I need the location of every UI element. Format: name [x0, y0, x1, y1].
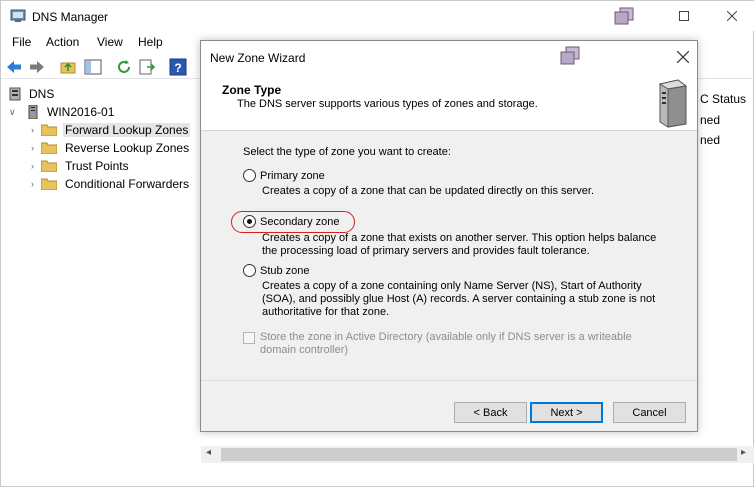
show-hide-tree-icon[interactable]	[84, 58, 102, 76]
tree-item-forward-lookup-zones[interactable]: › Forward Lookup Zones	[31, 121, 191, 139]
dns-node-icon	[9, 87, 21, 101]
folder-icon	[40, 178, 58, 191]
maximize-icon	[679, 11, 689, 21]
secondary-zone-radio[interactable]	[243, 215, 256, 228]
tree-label-reverse-lookup-zones: Reverse Lookup Zones	[65, 141, 190, 155]
forward-arrow-icon[interactable]	[28, 58, 46, 76]
tree-item-trust-points[interactable]: › Trust Points	[31, 157, 131, 175]
chevron-right-icon[interactable]: ›	[31, 179, 41, 189]
store-in-ad-label: Store the zone in Active Directory (avai…	[260, 331, 632, 356]
tree-item-server[interactable]: ∨ WIN2016-01	[9, 103, 116, 121]
secondary-zone-description: Creates a copy of a zone that exists on …	[262, 232, 657, 257]
window-title: DNS Manager	[32, 10, 109, 24]
wizard-title: New Zone Wizard	[210, 51, 306, 65]
status-column-header[interactable]: C Status	[700, 92, 746, 106]
primary-zone-label[interactable]: Primary zone	[260, 170, 325, 182]
menu-action[interactable]: Action	[46, 35, 79, 49]
back-arrow-icon[interactable]	[5, 58, 23, 76]
primary-zone-option[interactable]: Primary zone	[243, 169, 325, 182]
title-bar: DNS Manager	[1, 1, 754, 31]
folder-icon	[40, 142, 58, 155]
folder-icon	[40, 160, 58, 173]
stub-zone-description: Creates a copy of a zone containing only…	[262, 280, 656, 318]
close-icon[interactable]	[677, 51, 689, 63]
tree-item-reverse-lookup-zones[interactable]: › Reverse Lookup Zones	[31, 139, 191, 157]
stub-zone-label[interactable]: Stub zone	[260, 265, 310, 277]
wizard-footer-divider	[201, 380, 697, 381]
export-list-icon[interactable]	[138, 58, 156, 76]
secondary-zone-label[interactable]: Secondary zone	[260, 216, 340, 228]
new-zone-wizard-dialog: New Zone Wizard Zone Type The DNS server…	[200, 40, 698, 432]
menu-help[interactable]: Help	[138, 35, 163, 49]
tree-item-dns[interactable]: DNS	[9, 85, 56, 103]
maximize-button[interactable]	[661, 1, 707, 31]
wizard-page-subtitle: The DNS server supports various types of…	[237, 98, 538, 110]
store-in-ad-option[interactable]: Store the zone in Active Directory (avai…	[243, 331, 670, 357]
back-button[interactable]: < Back	[454, 402, 527, 423]
chevron-down-icon[interactable]: ∨	[9, 107, 19, 118]
wizard-page-title: Zone Type	[222, 83, 282, 97]
status-cell: ned	[700, 113, 721, 127]
status-cell: ned	[700, 133, 721, 147]
wizard-header: Zone Type The DNS server supports variou…	[201, 73, 697, 131]
menu-view[interactable]: View	[97, 35, 123, 49]
chevron-right-icon[interactable]: ›	[31, 143, 41, 153]
windows-stack-icon	[614, 7, 634, 25]
restore-icon-group[interactable]	[601, 1, 647, 31]
primary-zone-radio[interactable]	[243, 169, 256, 182]
help-icon[interactable]: ?	[169, 58, 187, 76]
tree-label-server: WIN2016-01	[47, 105, 115, 119]
scroll-right-icon[interactable]: ▸	[741, 447, 746, 458]
tree-item-conditional-forwarders[interactable]: › Conditional Forwarders	[31, 175, 191, 193]
tree-label-dns: DNS	[29, 87, 55, 101]
chevron-right-icon[interactable]: ›	[31, 161, 41, 171]
windows-stack-icon	[560, 46, 580, 65]
console-tree: DNS ∨ WIN2016-01 › Forward Lookup Zones …	[1, 83, 199, 463]
dns-app-icon	[10, 9, 26, 22]
server-icon	[28, 105, 38, 119]
scrollbar-thumb[interactable]	[221, 448, 737, 461]
primary-zone-description: Creates a copy of a zone that can be upd…	[262, 185, 595, 197]
cancel-button[interactable]: Cancel	[613, 402, 686, 423]
refresh-icon[interactable]	[115, 58, 133, 76]
tree-label-conditional-forwarders: Conditional Forwarders	[65, 177, 190, 191]
tree-label-forward-lookup-zones: Forward Lookup Zones	[63, 123, 191, 137]
chevron-right-icon[interactable]: ›	[31, 125, 41, 135]
wizard-title-bar: New Zone Wizard	[201, 41, 697, 73]
close-button[interactable]	[709, 1, 754, 31]
server-tower-icon	[658, 79, 688, 128]
stub-zone-radio[interactable]	[243, 264, 256, 277]
up-folder-icon[interactable]	[59, 58, 77, 76]
next-button[interactable]: Next >	[530, 402, 603, 423]
tree-label-trust-points: Trust Points	[65, 159, 129, 173]
close-icon	[727, 11, 737, 21]
scroll-left-icon[interactable]: ◂	[206, 447, 211, 458]
store-in-ad-checkbox[interactable]	[243, 332, 255, 344]
folder-icon	[40, 124, 58, 137]
menu-file[interactable]: File	[12, 35, 31, 49]
stub-zone-option[interactable]: Stub zone	[243, 264, 310, 277]
zone-type-prompt: Select the type of zone you want to crea…	[243, 146, 451, 158]
svg-text:?: ?	[174, 61, 181, 75]
secondary-zone-option[interactable]: Secondary zone	[243, 215, 340, 228]
